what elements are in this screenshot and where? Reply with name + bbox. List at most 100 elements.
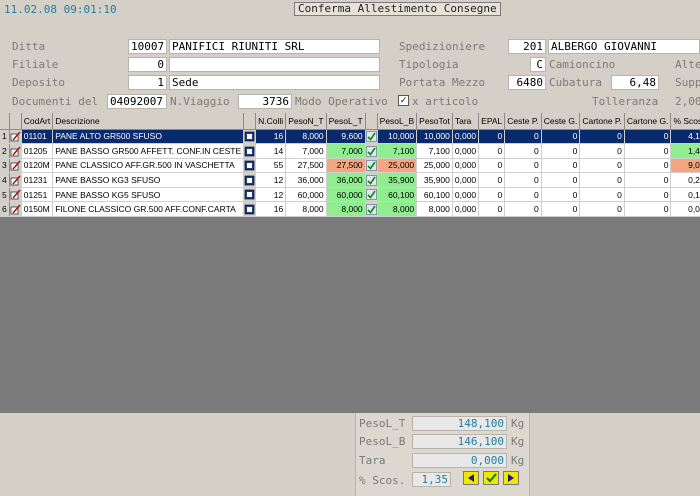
cell-tara[interactable]: 0,000	[452, 201, 480, 218]
portata-field[interactable]: 6480	[508, 75, 546, 90]
cell-cartone-p[interactable]: 0	[579, 201, 625, 218]
cell-book[interactable]	[243, 143, 257, 159]
table-row[interactable]: 6 0150M FILONE CLASSICO GR.500 AFF.CONF.CA…	[0, 201, 700, 218]
cell-ncolli[interactable]: 55	[255, 158, 287, 174]
row-edit-icon[interactable]	[9, 143, 22, 159]
cell-pesol-t[interactable]: 60,000	[326, 187, 366, 203]
cell-cartone-p[interactable]: 0	[579, 187, 625, 203]
cell-pesol-t[interactable]: 8,000	[326, 201, 366, 218]
cell-epal[interactable]: 0	[478, 187, 506, 203]
cell-book[interactable]	[243, 158, 257, 174]
cell-epal[interactable]: 0	[478, 158, 506, 174]
cell-pesol-t[interactable]: 27,500	[326, 158, 366, 174]
cell-pesotot[interactable]: 7,100	[416, 143, 453, 159]
cell-codart[interactable]: 01205	[21, 143, 54, 159]
cell-check[interactable]	[365, 129, 378, 145]
cell-descrizione[interactable]: PANE CLASSICO AFF.GR.500 IN VASCHETTA	[52, 158, 245, 174]
col-scos[interactable]: % Scos.	[670, 113, 700, 130]
cell-pesotot[interactable]: 60,100	[416, 187, 453, 203]
deposito-code-field[interactable]: 1	[128, 75, 167, 90]
cell-tara[interactable]: 0,000	[452, 158, 480, 174]
cell-codart[interactable]: 01231	[21, 172, 54, 188]
col-epal[interactable]: EPAL	[478, 113, 506, 130]
cell-cartone-g[interactable]: 0	[624, 172, 672, 188]
cell-pesotot[interactable]: 10,000	[416, 129, 453, 145]
cell-peson-t[interactable]: 36,000	[285, 172, 327, 188]
cell-cartone-p[interactable]: 0	[579, 172, 625, 188]
cell-pesol-b[interactable]: 25,000	[377, 158, 418, 174]
cell-cartone-g[interactable]: 0	[624, 158, 672, 174]
cell-pesotot[interactable]: 25,000	[416, 158, 453, 174]
cell-ceste-p[interactable]: 0	[504, 143, 542, 159]
cell-scos[interactable]: 1,42	[670, 143, 700, 159]
cell-epal[interactable]: 0	[478, 201, 506, 218]
spedizioniere-name-field[interactable]: ALBERGO GIOVANNI	[548, 39, 700, 54]
cell-pesol-b[interactable]: 8,000	[377, 201, 418, 218]
cell-ncolli[interactable]: 12	[255, 187, 287, 203]
col-cartone-g[interactable]: Cartone G.	[624, 113, 672, 130]
viaggio-field[interactable]: 3736	[238, 94, 292, 109]
cell-cartone-g[interactable]: 0	[624, 187, 672, 203]
cell-cartone-p[interactable]: 0	[579, 143, 625, 159]
cell-pesotot[interactable]: 35,900	[416, 172, 453, 188]
cell-ceste-g[interactable]: 0	[541, 201, 581, 218]
cell-pesol-t[interactable]: 36,000	[326, 172, 366, 188]
cell-check[interactable]	[365, 172, 378, 188]
cell-tara[interactable]: 0,000	[452, 187, 480, 203]
cell-descrizione[interactable]: PANE BASSO GR500 AFFETT. CONF.IN CESTE	[52, 143, 245, 159]
cell-scos[interactable]: 0,27	[670, 172, 700, 188]
col-peson-t[interactable]: PesoN_T	[285, 113, 327, 130]
col-ceste-p[interactable]: Ceste P.	[504, 113, 542, 130]
col-cartone-p[interactable]: Cartone P.	[579, 113, 625, 130]
cell-book[interactable]	[243, 187, 257, 203]
row-edit-icon[interactable]	[9, 201, 22, 218]
cell-descrizione[interactable]: PANE BASSO KG5 SFUSO	[52, 187, 245, 203]
col-pesotot[interactable]: PesoTot	[416, 113, 453, 130]
cell-book[interactable]	[243, 201, 257, 218]
cell-ncolli[interactable]: 14	[255, 143, 287, 159]
cell-ncolli[interactable]: 12	[255, 172, 287, 188]
cell-cartone-g[interactable]: 0	[624, 129, 672, 145]
table-row[interactable]: 1 01101 PANE ALTO GR500 SFUSO 16 8,000 9,600 1…	[0, 129, 700, 145]
col-descrizione[interactable]: Descrizione	[52, 113, 245, 130]
cell-ceste-p[interactable]: 0	[504, 158, 542, 174]
cell-scos[interactable]: 0,16	[670, 187, 700, 203]
deposito-name-field[interactable]: Sede	[169, 75, 380, 90]
cell-peson-t[interactable]: 27,500	[285, 158, 327, 174]
cell-ceste-p[interactable]: 0	[504, 172, 542, 188]
tipologia-code-field[interactable]: C	[530, 57, 546, 72]
cell-peson-t[interactable]: 7,000	[285, 143, 327, 159]
cell-epal[interactable]: 0	[478, 129, 506, 145]
cell-ceste-g[interactable]: 0	[541, 187, 581, 203]
col-ncolli[interactable]: N.Colli	[255, 113, 287, 130]
cell-pesol-t[interactable]: 7,000	[326, 143, 366, 159]
cell-peson-t[interactable]: 8,000	[285, 201, 327, 218]
cell-check[interactable]	[365, 143, 378, 159]
row-edit-icon[interactable]	[9, 187, 22, 203]
prev-button[interactable]	[463, 471, 479, 485]
cell-pesotot[interactable]: 8,000	[416, 201, 453, 218]
cell-cartone-g[interactable]: 0	[624, 201, 672, 218]
cell-tara[interactable]: 0,000	[452, 129, 480, 145]
table-row[interactable]: 2 01205 PANE BASSO GR500 AFFETT. CONF.IN C…	[0, 143, 700, 159]
cell-check[interactable]	[365, 158, 378, 174]
next-button[interactable]	[503, 471, 519, 485]
cell-descrizione[interactable]: FILONE CLASSICO GR.500 AFF.CONF.CARTA	[52, 201, 245, 218]
col-pesol-b[interactable]: PesoL_B	[377, 113, 418, 130]
documenti-date-field[interactable]: 04092007	[107, 94, 167, 109]
filiale-code-field[interactable]: 0	[128, 57, 167, 72]
cell-cartone-p[interactable]: 0	[579, 129, 625, 145]
cell-book[interactable]	[243, 172, 257, 188]
cell-check[interactable]	[365, 201, 378, 218]
row-edit-icon[interactable]	[9, 129, 22, 145]
cell-ceste-g[interactable]: 0	[541, 129, 581, 145]
cell-ncolli[interactable]: 16	[255, 129, 287, 145]
cell-descrizione[interactable]: PANE BASSO KG3 SFUSO	[52, 172, 245, 188]
cell-epal[interactable]: 0	[478, 172, 506, 188]
ditta-name-field[interactable]: PANIFICI RIUNITI SRL	[169, 39, 380, 54]
cell-book[interactable]	[243, 129, 257, 145]
cell-tara[interactable]: 0,000	[452, 172, 480, 188]
cell-ceste-p[interactable]: 0	[504, 201, 542, 218]
cell-ceste-g[interactable]: 0	[541, 143, 581, 159]
cell-ceste-g[interactable]: 0	[541, 172, 581, 188]
